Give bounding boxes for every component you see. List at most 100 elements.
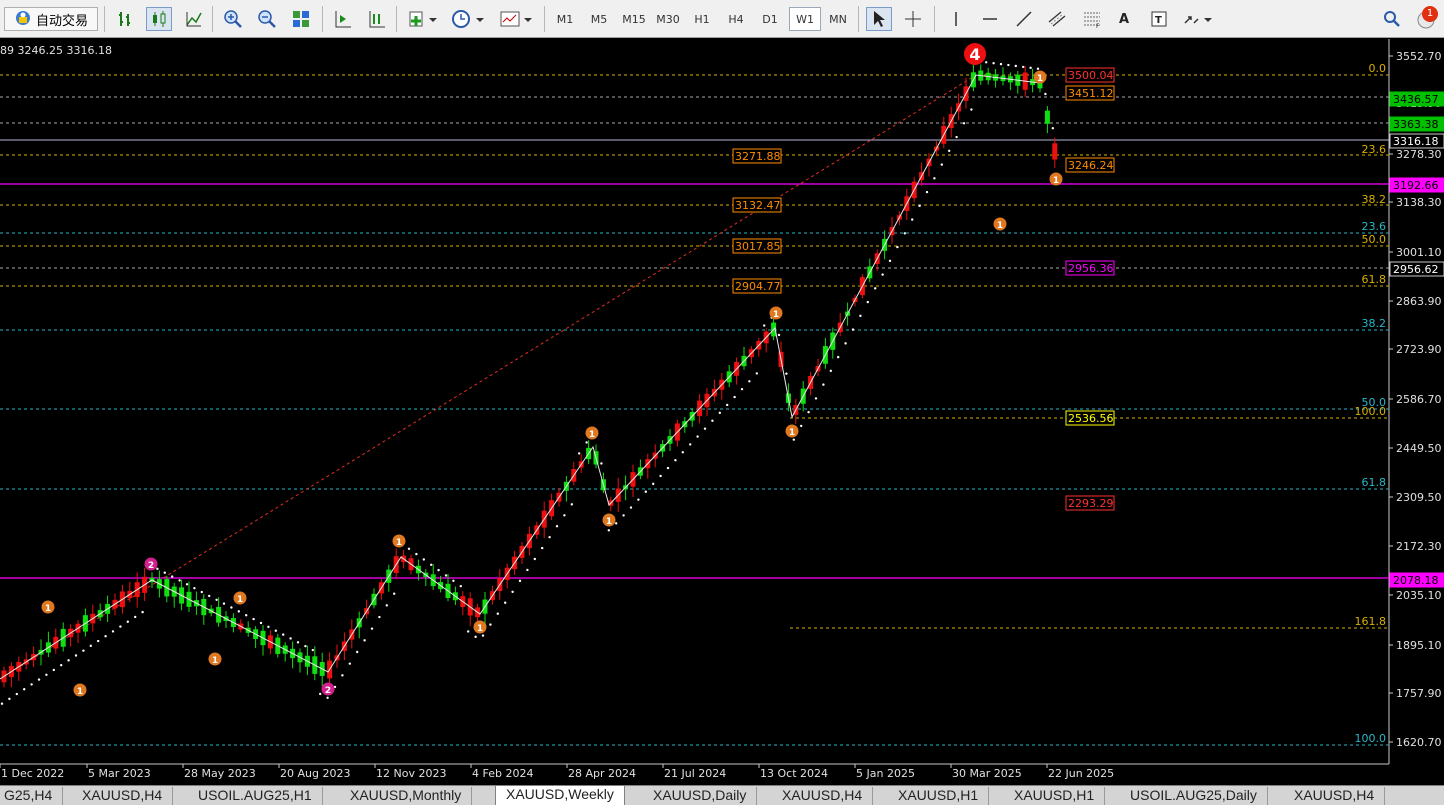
price-level-label: 3451.12 bbox=[1068, 87, 1114, 100]
autotrade-button[interactable]: 自动交易 bbox=[4, 7, 98, 31]
text-label-icon[interactable]: T bbox=[1146, 7, 1172, 31]
wave-label-text: 1 bbox=[477, 624, 483, 634]
sar-dot bbox=[541, 546, 544, 550]
sar-dot bbox=[859, 314, 862, 318]
timeframe-m15[interactable]: M15 bbox=[618, 7, 650, 31]
chart-tab[interactable]: XAUUSD,H4 bbox=[1284, 787, 1386, 805]
timeframe-m30[interactable]: M30 bbox=[652, 7, 684, 31]
price-axis-label: 2723.90 bbox=[1396, 343, 1442, 356]
sar-dot bbox=[89, 644, 93, 648]
arrows-icon[interactable] bbox=[1180, 7, 1216, 31]
price-axis-label: 1895.10 bbox=[1396, 639, 1442, 652]
timeframe-h4[interactable]: H4 bbox=[722, 7, 750, 31]
indicators-icon[interactable] bbox=[404, 7, 440, 31]
sar-dot bbox=[888, 259, 892, 263]
time-axis-label: 21 Jul 2024 bbox=[664, 767, 726, 780]
chart-tab[interactable]: XAUUSD,Daily bbox=[643, 787, 758, 805]
chart-tab[interactable]: G25,H4 bbox=[0, 787, 64, 805]
auto-scroll-icon[interactable] bbox=[330, 7, 356, 31]
sar-dot bbox=[356, 650, 359, 654]
price-chart[interactable]: 3552.703415.903278.303138.303001.102863.… bbox=[0, 39, 1444, 785]
sar-dot bbox=[474, 635, 477, 639]
candle-body bbox=[1044, 110, 1050, 124]
search-icon[interactable] bbox=[1380, 7, 1404, 31]
sar-dot bbox=[200, 590, 203, 594]
sar-dot bbox=[777, 333, 781, 337]
chart-tab[interactable]: USOIL.AUG25,Daily bbox=[1120, 787, 1268, 805]
crosshair-icon[interactable] bbox=[900, 7, 926, 31]
templates-icon[interactable] bbox=[496, 7, 536, 31]
sar-dot bbox=[178, 579, 181, 582]
timeframe-m1[interactable]: M1 bbox=[552, 7, 578, 31]
sar-dot bbox=[193, 586, 196, 590]
sar-dot bbox=[311, 648, 314, 652]
tile-windows-icon[interactable] bbox=[288, 7, 314, 31]
timeframe-d1[interactable]: D1 bbox=[756, 7, 784, 31]
sar-dot bbox=[607, 529, 610, 532]
price-level-label: 3271.88 bbox=[735, 150, 781, 163]
price-axis-label: 3138.30 bbox=[1396, 196, 1442, 209]
sar-dot bbox=[970, 108, 973, 111]
fib-level-label: 161.8 bbox=[1355, 615, 1387, 628]
price-level-label: 2904.77 bbox=[735, 280, 781, 293]
timeframe-m5[interactable]: M5 bbox=[586, 7, 612, 31]
zoom-out-icon[interactable] bbox=[254, 7, 280, 31]
fib-level-label: 50.0 bbox=[1362, 233, 1387, 246]
wave-label-text: 2 bbox=[325, 686, 331, 696]
sar-dot bbox=[622, 514, 625, 517]
bar-chart-icon[interactable] bbox=[114, 7, 138, 31]
time-axis-label: 22 Jun 2025 bbox=[1048, 767, 1114, 780]
chart-canvas: 3552.703415.903278.303138.303001.102863.… bbox=[0, 39, 1444, 780]
chart-tab-active[interactable]: XAUUSD,Weekly bbox=[495, 786, 625, 805]
sar-dot bbox=[1044, 92, 1047, 96]
sar-dot bbox=[911, 218, 914, 221]
price-axis-label: 2172.30 bbox=[1396, 540, 1442, 553]
trend-line-icon[interactable] bbox=[1012, 7, 1036, 31]
toolbar-separator bbox=[322, 6, 323, 32]
candlestick-chart-icon[interactable] bbox=[146, 7, 172, 31]
sar-dot bbox=[1022, 65, 1025, 69]
chart-tab[interactable]: XAUUSD,H1 bbox=[888, 787, 990, 805]
timeframe-h1[interactable]: H1 bbox=[688, 7, 716, 31]
chart-tab[interactable]: XAUUSD,H4 bbox=[772, 787, 874, 805]
zoom-in-icon[interactable] bbox=[220, 7, 246, 31]
timeframe-mn[interactable]: MN bbox=[824, 7, 852, 31]
chart-tab[interactable]: XAUUSD,H1 bbox=[1004, 787, 1106, 805]
price-level-label: 3132.47 bbox=[735, 199, 781, 212]
chart-shift-icon[interactable] bbox=[364, 7, 390, 31]
sar-dot bbox=[363, 639, 366, 642]
price-axis-label: 3278.30 bbox=[1396, 148, 1442, 161]
toolbar-separator bbox=[104, 6, 105, 32]
sar-dot bbox=[370, 627, 374, 630]
time-axis-label: 4 Feb 2024 bbox=[472, 767, 533, 780]
sar-dot bbox=[800, 424, 803, 428]
chart-tab[interactable]: USOIL.AUG25,H1 bbox=[188, 787, 323, 805]
fibonacci-retracement-icon[interactable]: F bbox=[1078, 7, 1106, 31]
chart-tab[interactable]: XAUUSD,Monthly bbox=[340, 787, 473, 805]
line-chart-icon[interactable] bbox=[182, 7, 206, 31]
text-tool-icon[interactable]: A bbox=[1112, 7, 1136, 31]
sar-dot bbox=[259, 621, 263, 625]
cursor-arrow-icon[interactable] bbox=[866, 7, 892, 31]
sar-dot bbox=[755, 372, 758, 375]
toolbar-separator bbox=[544, 6, 545, 32]
sar-dot bbox=[444, 574, 448, 577]
fib-level-label: 100.0 bbox=[1355, 405, 1387, 418]
equidistant-channel-icon[interactable] bbox=[1044, 7, 1070, 31]
vertical-line-icon[interactable] bbox=[944, 7, 968, 31]
time-axis-label: 28 May 2023 bbox=[184, 767, 256, 780]
periods-clock-icon[interactable] bbox=[448, 7, 488, 31]
sar-dot bbox=[430, 563, 433, 566]
sar-dot bbox=[171, 575, 174, 578]
sar-dot bbox=[119, 625, 122, 628]
horizontal-line-icon[interactable] bbox=[978, 7, 1002, 31]
sar-dot bbox=[378, 615, 381, 619]
sar-dot bbox=[726, 403, 729, 407]
time-axis-label: 28 Apr 2024 bbox=[568, 767, 636, 780]
chart-tab[interactable]: XAUUSD,H4 bbox=[72, 787, 174, 805]
sar-dot bbox=[230, 606, 233, 609]
price-tag-label: 2956.62 bbox=[1393, 263, 1439, 276]
sar-dot bbox=[97, 639, 100, 643]
timeframe-w1[interactable]: W1 bbox=[789, 7, 821, 31]
sar-dot bbox=[637, 498, 640, 501]
